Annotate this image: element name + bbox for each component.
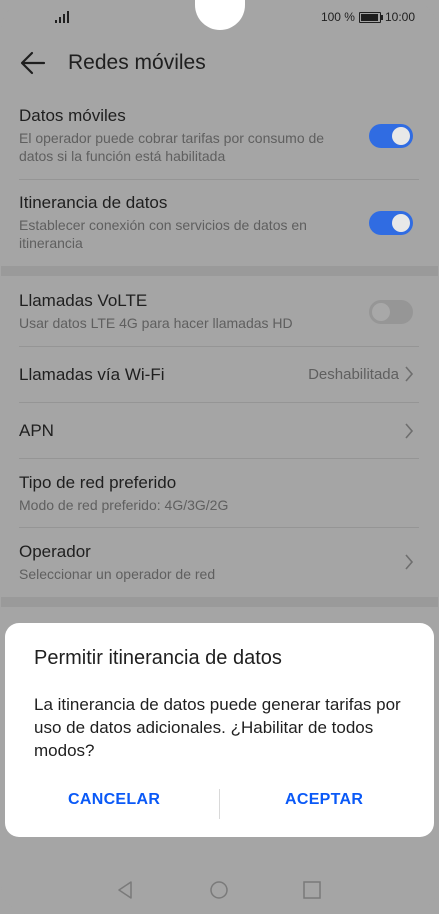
chevron-right-icon: [405, 366, 414, 382]
status-bar: 100 % 10:00: [0, 8, 439, 26]
dialog-button-divider: [219, 789, 220, 819]
setting-datos-moviles[interactable]: Datos móviles El operador puede cobrar t…: [19, 106, 419, 165]
setting-volte[interactable]: Llamadas VoLTE Usar datos LTE 4G para ha…: [19, 291, 419, 332]
divider: [19, 179, 419, 180]
chevron-right-icon: [405, 423, 414, 439]
battery-icon: [358, 11, 383, 23]
setting-subtitle: Modo de red preferido: 4G/3G/2G: [19, 497, 229, 513]
setting-title: Operador: [19, 542, 91, 561]
setting-title: Datos móviles: [19, 106, 126, 125]
setting-subtitle: Establecer conexión con servicios de dat…: [19, 217, 307, 251]
app-bar: Redes móviles: [0, 42, 439, 84]
setting-title: Tipo de red preferido: [19, 473, 177, 492]
signal-icon: [55, 11, 69, 23]
setting-subtitle: El operador puede cobrar tarifas por con…: [19, 130, 325, 164]
accept-button[interactable]: ACEPTAR: [285, 791, 363, 809]
volte-toggle[interactable]: [369, 300, 413, 324]
section-separator: [1, 266, 438, 276]
back-arrow-icon[interactable]: [20, 50, 46, 76]
setting-apn[interactable]: APN: [19, 421, 419, 441]
divider: [19, 402, 419, 403]
setting-title: Llamadas VoLTE: [19, 291, 148, 310]
divider: [19, 458, 419, 459]
divider: [19, 527, 419, 528]
battery-percent: 100 %: [320, 10, 355, 24]
wifi-calling-value: Deshabilitada: [308, 366, 399, 383]
clock: 10:00: [384, 10, 415, 24]
cancel-button[interactable]: CANCELAR: [68, 791, 160, 809]
roaming-dialog: Permitir itinerancia de datos La itinera…: [5, 623, 434, 837]
setting-itinerancia[interactable]: Itinerancia de datos Establecer conexión…: [19, 193, 419, 252]
setting-subtitle: Seleccionar un operador de red: [19, 566, 216, 582]
setting-operador[interactable]: Operador Seleccionar un operador de red: [19, 542, 419, 583]
nav-recents-icon[interactable]: [302, 880, 322, 900]
page-title: Redes móviles: [68, 51, 206, 74]
dialog-message: La itinerancia de datos puede generar ta…: [34, 695, 401, 760]
chevron-right-icon: [405, 554, 414, 570]
section-separator: [1, 597, 438, 607]
divider: [19, 346, 419, 347]
navigation-bar: [0, 876, 439, 906]
setting-subtitle: Usar datos LTE 4G para hacer llamadas HD: [19, 315, 293, 331]
setting-title: APN: [19, 421, 54, 440]
setting-tipo-red[interactable]: Tipo de red preferido Modo de red prefer…: [19, 473, 419, 514]
dialog-title: Permitir itinerancia de datos: [34, 647, 282, 669]
phone-screen: 100 % 10:00 Redes móviles Datos móviles …: [0, 0, 439, 914]
nav-home-icon[interactable]: [209, 880, 229, 900]
setting-title: Itinerancia de datos: [19, 193, 168, 212]
nav-back-icon[interactable]: [115, 880, 135, 900]
datos-moviles-toggle[interactable]: [369, 124, 413, 148]
itinerancia-toggle[interactable]: [369, 211, 413, 235]
